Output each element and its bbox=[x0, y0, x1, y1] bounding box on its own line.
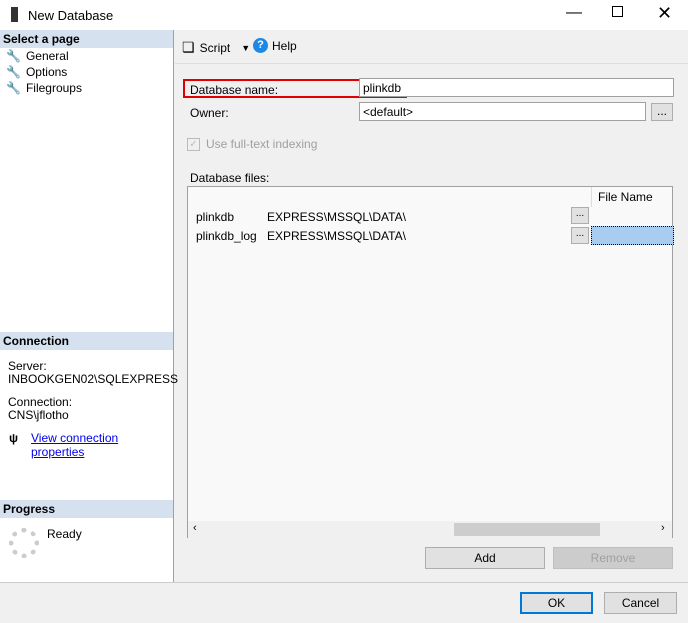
cancel-button[interactable]: Cancel bbox=[604, 592, 677, 614]
progress-header: Progress bbox=[0, 500, 173, 518]
owner-browse-button[interactable]: ... bbox=[651, 103, 673, 121]
file-name-cell[interactable] bbox=[591, 226, 674, 245]
database-icon bbox=[11, 7, 18, 22]
sidebar-item-general[interactable]: 🔧 General bbox=[6, 49, 69, 63]
select-page-header: Select a page bbox=[0, 30, 173, 48]
column-header-file-name[interactable]: File Name bbox=[591, 187, 674, 207]
maximize-button[interactable] bbox=[612, 6, 623, 17]
spinner-icon bbox=[9, 528, 39, 558]
sidebar-item-filegroups[interactable]: 🔧 Filegroups bbox=[6, 81, 82, 95]
connection-header: Connection bbox=[0, 332, 173, 350]
checkbox-icon: ✓ bbox=[187, 137, 200, 151]
title-bar: New Database — ✕ bbox=[0, 0, 688, 30]
scroll-right-icon[interactable]: › bbox=[661, 522, 665, 534]
owner-label: Owner: bbox=[190, 106, 229, 120]
owner-input[interactable]: <default> bbox=[359, 102, 646, 121]
wrench-icon: 🔧 bbox=[6, 49, 21, 63]
wrench-icon: 🔧 bbox=[6, 65, 21, 79]
server-value: INBOOKGEN02\SQLEXPRESS bbox=[8, 372, 179, 386]
sidebar-item-options[interactable]: 🔧 Options bbox=[6, 65, 67, 79]
help-button[interactable]: ? Help bbox=[253, 38, 297, 53]
minimize-button[interactable]: — bbox=[566, 4, 582, 22]
database-files-grid: File Name plinkdb EXPRESS\MSSQL\DATA\ ..… bbox=[187, 186, 674, 538]
remove-button[interactable]: Remove bbox=[553, 547, 673, 569]
scrollbar-thumb[interactable] bbox=[454, 523, 600, 536]
divider bbox=[0, 582, 688, 583]
help-icon: ? bbox=[253, 38, 268, 53]
window-title: New Database bbox=[28, 8, 114, 23]
chevron-down-icon[interactable]: ▼ bbox=[241, 43, 250, 53]
progress-status: Ready bbox=[47, 527, 82, 541]
plug-icon: ψ bbox=[9, 431, 19, 445]
left-panel: Select a page 🔧 General 🔧 Options 🔧 Filegro… bbox=[0, 30, 178, 582]
add-button[interactable]: Add bbox=[425, 547, 545, 569]
connection-value: CNS\jflotho bbox=[8, 408, 69, 422]
fulltext-checkbox[interactable]: ✓ Use full-text indexing bbox=[187, 137, 317, 151]
script-button[interactable]: ❏ Script ▼ bbox=[182, 39, 250, 56]
browse-button[interactable]: ... bbox=[571, 227, 589, 244]
horizontal-scrollbar[interactable]: ‹ › bbox=[188, 521, 672, 538]
ok-button[interactable]: OK bbox=[520, 592, 593, 614]
database-name-label: Database name: bbox=[190, 83, 279, 97]
browse-button[interactable]: ... bbox=[571, 207, 589, 224]
database-files-label: Database files: bbox=[190, 171, 270, 185]
script-icon: ❏ bbox=[182, 39, 195, 55]
table-row[interactable]: plinkdb_log EXPRESS\MSSQL\DATA\ ... bbox=[188, 226, 674, 247]
server-label: Server: bbox=[8, 359, 47, 373]
close-button[interactable]: ✕ bbox=[657, 3, 672, 24]
wrench-icon: 🔧 bbox=[6, 81, 21, 95]
connection-label: Connection: bbox=[8, 395, 73, 409]
toolbar: ❏ Script ▼ ? Help bbox=[175, 30, 688, 64]
database-name-input[interactable]: plinkdb bbox=[359, 78, 674, 97]
scroll-left-icon[interactable]: ‹ bbox=[193, 522, 197, 534]
table-row[interactable]: plinkdb EXPRESS\MSSQL\DATA\ ... bbox=[188, 207, 672, 227]
view-connection-properties-link[interactable]: View connection properties bbox=[31, 431, 173, 459]
